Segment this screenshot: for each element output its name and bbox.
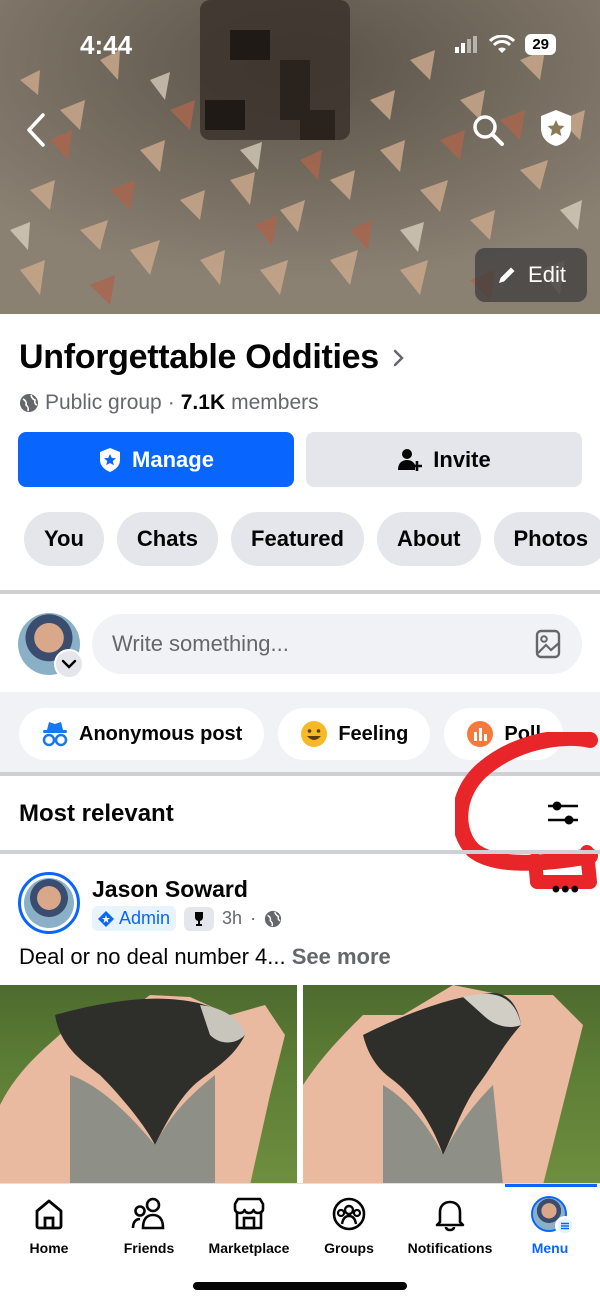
- see-more-link[interactable]: See more: [292, 944, 391, 969]
- trophy-icon: [195, 911, 204, 926]
- globe-icon: [264, 910, 282, 927]
- home-icon: [35, 1199, 63, 1230]
- post-photo[interactable]: [303, 985, 600, 1185]
- avatar: [24, 878, 74, 928]
- bell-icon: [435, 1200, 465, 1232]
- manage-button[interactable]: Manage: [18, 432, 294, 487]
- group-name-link[interactable]: Unforgettable Oddities: [19, 338, 405, 377]
- marketplace-icon: [233, 1197, 265, 1230]
- anonymous-post-chip[interactable]: Anonymous post: [19, 708, 265, 760]
- edit-cover-button[interactable]: Edit: [475, 248, 587, 302]
- feeling-chip[interactable]: Feeling: [278, 708, 431, 760]
- nav-home-label: Home: [29, 1240, 69, 1256]
- post-meta-separator: ·: [250, 908, 257, 928]
- status-icons: 29: [455, 34, 556, 55]
- section-divider: [0, 590, 600, 594]
- members-label: members: [231, 391, 319, 414]
- wifi-icon: [489, 34, 516, 53]
- post-meta: Admin 3h ·: [92, 906, 282, 931]
- menu-badge: [555, 1216, 575, 1236]
- invite-label: Invite: [433, 446, 491, 472]
- avatar-menu-icon: [531, 1196, 575, 1236]
- group-privacy: Public group: [45, 391, 162, 414]
- friends-icon: [131, 1197, 165, 1230]
- nav-menu[interactable]: Menu: [495, 1196, 600, 1256]
- search-button[interactable]: [466, 108, 510, 152]
- section-divider: [0, 850, 600, 854]
- group-tabs: You Chats Featured About Photos: [24, 512, 600, 566]
- nav-menu-label: Menu: [531, 1240, 569, 1256]
- megalodon-tooth-image: [0, 995, 285, 1185]
- nav-groups-label: Groups: [324, 1240, 374, 1256]
- invite-button[interactable]: Invite: [306, 432, 582, 487]
- group-page: 4:44 29 Edit Unforgettable Oddities Publ…: [0, 0, 600, 1302]
- trophy-badge: [184, 906, 215, 931]
- chevron-down-badge[interactable]: [54, 649, 84, 679]
- post-author-avatar[interactable]: [18, 872, 80, 934]
- nav-notifications-label: Notifications: [407, 1240, 493, 1256]
- post-body: Deal or no deal number 4...: [19, 944, 286, 969]
- back-button[interactable]: [14, 108, 58, 152]
- admin-star-icon: [98, 910, 114, 927]
- post-text: Deal or no deal number 4... See more: [19, 944, 391, 970]
- nav-friends-label: Friends: [123, 1240, 175, 1256]
- sort-label[interactable]: Most relevant: [19, 800, 174, 828]
- megalodon-tooth-image: [303, 985, 583, 1185]
- member-count: 7.1K: [180, 391, 226, 414]
- groups-icon: [332, 1197, 366, 1231]
- write-something-input[interactable]: Write something...: [92, 614, 582, 674]
- edit-cover-label: Edit: [528, 262, 566, 287]
- tab-chats[interactable]: Chats: [116, 512, 219, 566]
- nav-notifications[interactable]: Notifications: [395, 1196, 505, 1256]
- tab-photos[interactable]: Photos: [493, 512, 600, 566]
- group-name: Unforgettable Oddities: [19, 338, 379, 376]
- status-time: 4:44: [80, 30, 133, 60]
- signal-icon: [455, 35, 478, 53]
- anonymous-post-label: Anonymous post: [79, 722, 243, 745]
- chevron-left-icon: [27, 113, 45, 147]
- post-author-name[interactable]: Jason Soward: [92, 876, 248, 903]
- globe-icon: [20, 394, 38, 412]
- shield-icon: [100, 447, 121, 472]
- cover-photo: 4:44 29 Edit: [0, 0, 600, 314]
- tab-featured[interactable]: Featured: [231, 512, 364, 566]
- add-person-icon: [398, 448, 423, 471]
- group-actions: Manage Invite: [18, 432, 582, 487]
- post-time[interactable]: 3h: [222, 908, 242, 929]
- nav-friends[interactable]: Friends: [94, 1196, 204, 1256]
- group-meta: Public group · 7.1K members: [19, 391, 319, 415]
- hamburger-icon: [557, 1218, 573, 1234]
- nav-home[interactable]: Home: [0, 1196, 104, 1256]
- pencil-icon: [499, 267, 515, 283]
- admin-label: Admin: [119, 908, 171, 928]
- post-options-button[interactable]: •••: [552, 876, 580, 904]
- feeling-label: Feeling: [338, 722, 409, 745]
- nav-marketplace[interactable]: Marketplace: [194, 1196, 304, 1256]
- admin-tools-button[interactable]: [534, 106, 578, 150]
- anonymous-icon: [42, 722, 68, 747]
- chevron-right-icon: [393, 349, 404, 366]
- chevron-down-icon: [61, 659, 77, 669]
- shield-star-icon: [541, 110, 571, 146]
- red-annotation-circle: [455, 732, 598, 889]
- nav-marketplace-label: Marketplace: [208, 1240, 290, 1256]
- tab-about[interactable]: About: [376, 512, 481, 566]
- nav-groups[interactable]: Groups: [294, 1196, 404, 1256]
- smiley-icon: [301, 721, 328, 747]
- home-indicator: [193, 1282, 407, 1290]
- meta-separator: ·: [167, 391, 175, 414]
- photo-icon[interactable]: [534, 629, 562, 659]
- tab-you[interactable]: You: [24, 512, 104, 566]
- composer-avatar[interactable]: [18, 613, 84, 679]
- composer-placeholder: Write something...: [112, 631, 289, 656]
- battery-indicator: 29: [525, 34, 556, 55]
- post-photo[interactable]: [0, 985, 297, 1185]
- manage-label: Manage: [132, 446, 214, 472]
- post-photos: [0, 985, 600, 1185]
- admin-badge: Admin: [92, 906, 177, 931]
- search-icon: [473, 115, 504, 146]
- active-tab-indicator: [505, 1184, 597, 1187]
